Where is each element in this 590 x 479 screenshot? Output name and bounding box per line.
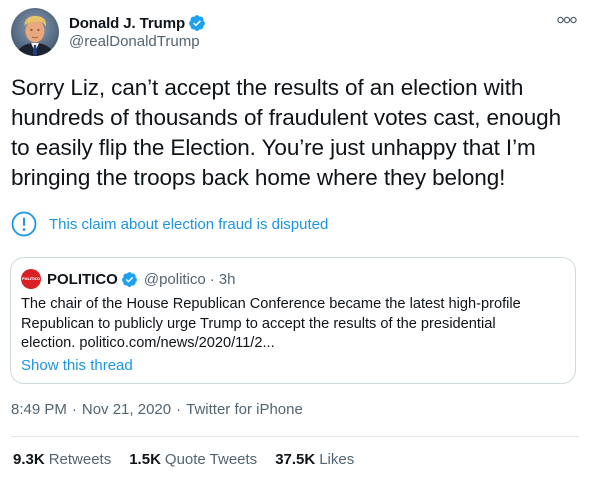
quote-tweets-label: Quote Tweets xyxy=(164,451,258,468)
disputed-claim-link[interactable]: This claim about election fraud is dispu… xyxy=(49,216,328,233)
retweets-count: 9.3K xyxy=(13,451,45,468)
verified-badge-icon xyxy=(188,14,206,32)
quoted-tweet-line: Republican to publicly urge Trump to acc… xyxy=(21,315,496,332)
tweet-line: Sorry Liz, can’t accept the results of a… xyxy=(11,75,524,100)
author-handle[interactable]: @realDonaldTrump xyxy=(69,33,200,50)
separator-dot: · xyxy=(209,270,215,288)
tweet-text: Sorry Liz, can’t accept the results of a… xyxy=(11,73,581,193)
more-options-icon[interactable] xyxy=(556,11,578,29)
verified-badge-icon xyxy=(121,271,138,288)
profile-avatar[interactable] xyxy=(11,8,59,56)
disputed-claim-notice[interactable]: This claim about election fraud is dispu… xyxy=(11,211,328,237)
likes-label: Likes xyxy=(319,451,355,468)
retweets-stat[interactable]: 9.3K Retweets xyxy=(13,451,111,468)
quoted-tweet-line: election. politico.com/news/2020/11/2... xyxy=(21,335,275,351)
likes-count: 37.5K xyxy=(275,451,316,468)
separator-dot: · xyxy=(71,401,77,418)
divider xyxy=(11,436,579,437)
exclamation-circle-icon xyxy=(11,211,37,237)
tweet-date[interactable]: Nov 21, 2020 xyxy=(82,401,171,418)
quoted-tweet-text: The chair of the House Republican Confer… xyxy=(21,295,567,354)
profile-photo xyxy=(11,8,59,56)
tweet-line: hundreds of thousands of fraudulent vote… xyxy=(11,105,561,130)
show-thread-link[interactable]: Show this thread xyxy=(21,357,133,374)
quoted-tweet-card[interactable]: POLITICO POLITICO @politico · 3h The cha… xyxy=(10,257,576,384)
politico-avatar[interactable]: POLITICO xyxy=(21,269,41,289)
tweet-meta: 8:49 PM · Nov 21, 2020 · Twitter for iPh… xyxy=(11,401,303,418)
quoted-tweet-header: POLITICO POLITICO @politico · 3h xyxy=(21,269,235,289)
quote-tweets-stat[interactable]: 1.5K Quote Tweets xyxy=(129,451,257,468)
quoted-tweet-time[interactable]: 3h xyxy=(219,271,236,288)
separator-dot: · xyxy=(176,401,182,418)
tweet-source[interactable]: Twitter for iPhone xyxy=(186,401,303,418)
quoted-author-name[interactable]: POLITICO xyxy=(47,271,118,288)
retweets-label: Retweets xyxy=(48,451,112,468)
quoted-tweet-line: The chair of the House Republican Confer… xyxy=(21,296,521,312)
tweet-line: bringing the troops back home where they… xyxy=(11,165,506,190)
likes-stat[interactable]: 37.5K Likes xyxy=(275,451,354,468)
tweet-line: to easily flip the Election. You’re just… xyxy=(11,135,536,160)
politico-avatar-text: POLITICO xyxy=(22,277,40,281)
author-name[interactable]: Donald J. Trump xyxy=(69,15,185,32)
tweet-stats: 9.3K Retweets 1.5K Quote Tweets 37.5K Li… xyxy=(13,451,372,468)
tweet-time[interactable]: 8:49 PM xyxy=(11,401,67,418)
author-name-row[interactable]: Donald J. Trump xyxy=(69,12,206,34)
quote-tweets-count: 1.5K xyxy=(129,451,161,468)
quoted-author-handle[interactable]: @politico xyxy=(144,271,206,288)
